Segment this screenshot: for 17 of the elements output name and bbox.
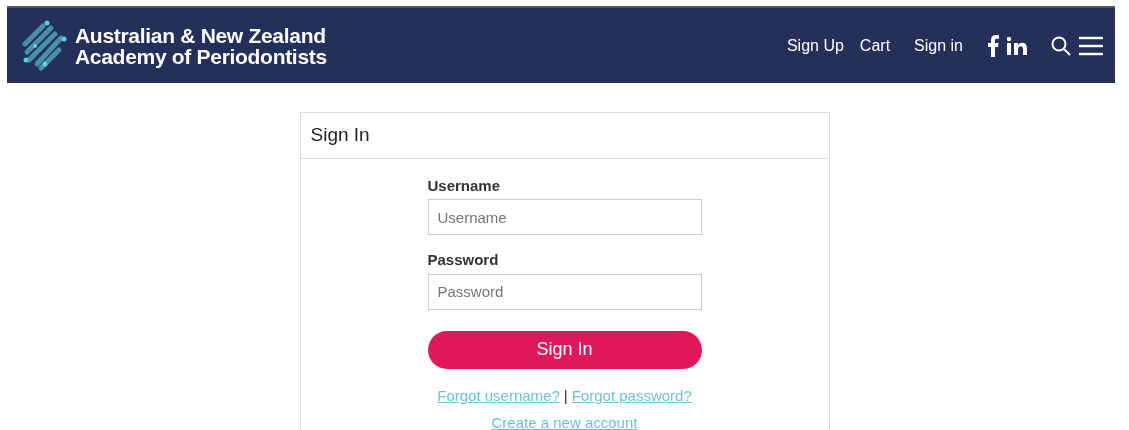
nav-link[interactable]: Sign in: [914, 33, 963, 58]
nav-link[interactable]: Cart: [859, 33, 891, 58]
input-field[interactable]: Username: [427, 199, 702, 235]
facebook-icon[interactable]: [987, 34, 999, 57]
field-label: Username: [427, 175, 502, 196]
menu-icon[interactable]: [1079, 35, 1103, 56]
field-label: Password: [427, 250, 500, 270]
input-field[interactable]: Password: [427, 273, 702, 310]
brand-name: Australian & New Zealand: [75, 24, 327, 46]
logo-icon: [21, 19, 67, 72]
brand-name: Academy of Periodontists: [75, 45, 327, 67]
linkedin-icon[interactable]: [1007, 36, 1027, 55]
nav-link[interactable]: Sign Up: [786, 33, 844, 58]
search-icon[interactable]: [1051, 35, 1071, 56]
separator: |: [563, 385, 568, 406]
sign-in-button[interactable]: Sign In: [427, 330, 702, 369]
card-title: Sign In: [300, 113, 829, 159]
